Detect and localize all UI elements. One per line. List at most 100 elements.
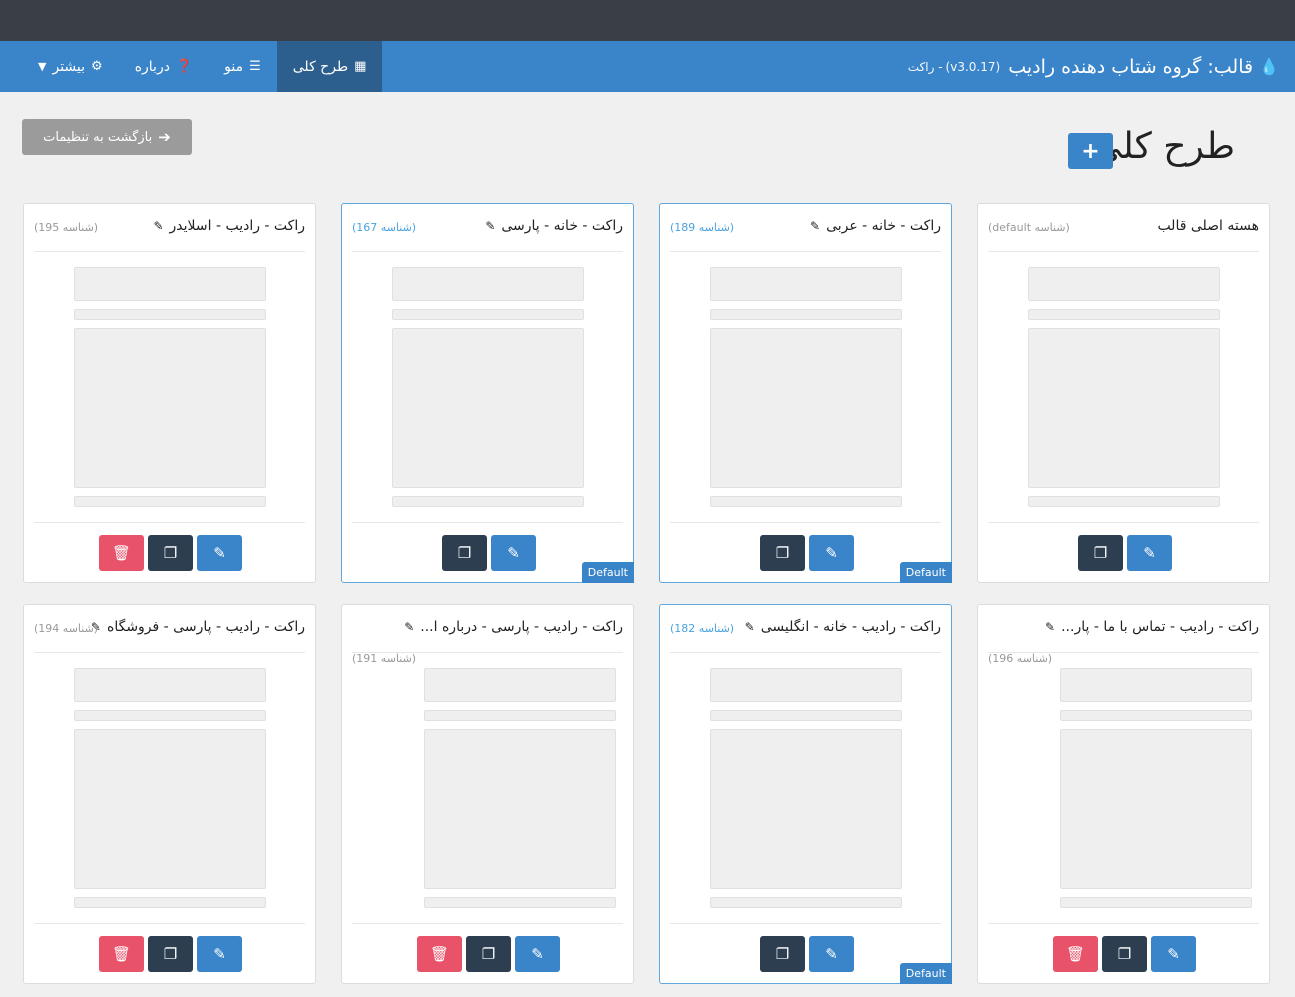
duplicate-button[interactable]: ❐ <box>148 535 193 571</box>
duplicate-button[interactable]: ❐ <box>442 535 487 571</box>
layout-preview-block <box>392 496 584 507</box>
delete-button[interactable]: 🗑 <box>1053 936 1098 972</box>
pencil-icon[interactable]: ✎ <box>1045 620 1055 634</box>
edit-button[interactable]: ✎ <box>1127 535 1172 571</box>
nav-item-about[interactable]: ❓ درباره <box>119 41 208 92</box>
arrow-right-icon: ➔ <box>158 128 171 146</box>
layout-card[interactable]: راکت - رادیب - تماس با ما - پار... ✎ (شناس… <box>977 604 1270 984</box>
card-id-label: (شناسه default) <box>988 221 1070 234</box>
layout-card[interactable]: راکت - رادیب - خانه - انگلیسی ✎ (شناسه 182… <box>659 604 952 984</box>
layout-preview-block <box>1060 897 1252 908</box>
layout-card[interactable]: راکت - خانه - پارسی✎ (شناسه 167) ✎ ❐ Default <box>341 203 634 583</box>
back-to-settings-button[interactable]: ➔ بازگشت به تنظیمات <box>22 119 192 155</box>
card-divider <box>352 522 623 523</box>
card-actions: ✎ ❐ 🗑 <box>99 936 242 972</box>
layout-preview-block <box>74 496 266 507</box>
layout-preview-block <box>710 496 902 507</box>
layout-preview-block <box>1028 496 1220 507</box>
edit-button[interactable]: ✎ <box>809 936 854 972</box>
layout-preview-block <box>392 328 584 488</box>
card-title: هسته اصلی قالب <box>1157 218 1259 234</box>
pencil-icon[interactable]: ✎ <box>810 219 820 233</box>
layout-preview-block <box>424 710 616 721</box>
card-id-label: (شناسه 194) <box>34 622 99 635</box>
question-circle-icon: ❓ <box>175 59 193 74</box>
card-divider <box>670 923 941 924</box>
gear-icon: ⚙ <box>91 59 103 74</box>
layout-preview-block <box>74 267 266 301</box>
edit-button[interactable]: ✎ <box>491 535 536 571</box>
nav-item-layout[interactable]: ▦ طرح کلی <box>276 41 383 92</box>
edit-button[interactable]: ✎ <box>515 936 560 972</box>
duplicate-button[interactable]: ❐ <box>148 936 193 972</box>
default-badge: Default <box>899 562 952 583</box>
card-header: هسته اصلی قالب (شناسه default) <box>988 204 1259 252</box>
pencil-icon: ✎ <box>213 544 226 562</box>
copy-icon: ❐ <box>775 544 790 562</box>
duplicate-button[interactable]: ❐ <box>1078 535 1123 571</box>
delete-button[interactable]: 🗑 <box>99 936 144 972</box>
nav-item-label: منو <box>224 58 244 75</box>
layout-preview-block <box>710 729 902 889</box>
layout-card[interactable]: راکت - رادیب - اسلایدر ✎ (شناسه 195) ✎ ❐ 🗑 <box>23 203 316 583</box>
card-title-text: راکت - رادیب - خانه - انگلیسی <box>760 619 941 635</box>
card-title-text: هسته اصلی قالب <box>1157 218 1259 234</box>
card-id-label: (شناسه 191) <box>352 652 417 665</box>
plus-icon: + <box>1081 138 1100 164</box>
nav-item-more[interactable]: ⚙ بیشتر ▼ <box>22 41 119 92</box>
pencil-icon[interactable]: ✎ <box>745 620 755 634</box>
layout-card[interactable]: راکت - رادیب - پارسی - فروشگاه✎ (شناسه 19… <box>23 604 316 984</box>
version-label: (v3.0.17) <box>945 59 1001 74</box>
card-divider <box>34 522 305 523</box>
card-divider <box>34 923 305 924</box>
card-actions: ✎ ❐ <box>760 936 854 972</box>
pencil-icon[interactable]: ✎ <box>485 219 495 233</box>
duplicate-button[interactable]: ❐ <box>1102 936 1147 972</box>
pencil-icon: ✎ <box>531 945 544 963</box>
card-actions: ✎ ❐ 🗑 <box>99 535 242 571</box>
layout-preview-block <box>710 267 902 301</box>
duplicate-button[interactable]: ❐ <box>466 936 511 972</box>
layout-card[interactable]: هسته اصلی قالب (شناسه default) ✎ ❐ <box>977 203 1270 583</box>
pencil-icon[interactable]: ✎ <box>404 620 414 634</box>
layout-card[interactable]: راکت - خانه - عربی✎ (شناسه 189) ✎ ❐ Default <box>659 203 952 583</box>
copy-icon: ❐ <box>163 544 178 562</box>
pencil-icon: ✎ <box>1143 544 1156 562</box>
card-title: راکت - خانه - پارسی ✎ <box>485 218 623 234</box>
duplicate-button[interactable]: ❐ <box>760 936 805 972</box>
card-title: راکت - رادیب - خانه - انگلیسی ✎ <box>745 619 941 635</box>
delete-button[interactable]: 🗑 <box>99 535 144 571</box>
card-title-text: راکت - رادیب - اسلایدر <box>169 218 305 234</box>
duplicate-button[interactable]: ❐ <box>760 535 805 571</box>
layout-preview-block <box>1060 668 1252 702</box>
delete-button[interactable]: 🗑 <box>417 936 462 972</box>
nav-menu: ▦ طرح کلی ☰ منو ❓ درباره ⚙ بیشتر ▼ <box>22 41 383 92</box>
edit-button[interactable]: ✎ <box>197 936 242 972</box>
copy-icon: ❐ <box>457 544 472 562</box>
edit-button[interactable]: ✎ <box>809 535 854 571</box>
copy-icon: ❐ <box>481 945 496 963</box>
card-title: راکت - رادیب - پارسی - درباره ا... ✎ <box>404 619 623 635</box>
pencil-icon[interactable]: ✎ <box>153 219 163 233</box>
card-title-text: راکت - خانه - عربی <box>826 218 941 234</box>
layout-preview-block <box>392 267 584 301</box>
edit-button[interactable]: ✎ <box>1151 936 1196 972</box>
nav-item-label: درباره <box>134 58 170 75</box>
trash-icon: 🗑 <box>111 544 132 562</box>
layout-preview-block <box>710 668 902 702</box>
brand[interactable]: 💧 قالب: گروه شتاب دهنده رادیب (v3.0.17) … <box>908 41 1279 92</box>
card-actions: ✎ ❐ <box>760 535 854 571</box>
card-header: راکت - رادیب - تماس با ما - پار... ✎ (شناس… <box>988 605 1259 665</box>
layout-card[interactable]: راکت - رادیب - پارسی - درباره ا... ✎ (شناس… <box>341 604 634 984</box>
edit-button[interactable]: ✎ <box>197 535 242 571</box>
pencil-icon: ✎ <box>825 544 838 562</box>
add-layout-button[interactable]: + <box>1068 133 1113 169</box>
card-actions: ✎ ❐ <box>1078 535 1172 571</box>
card-id-label: (شناسه 189) <box>670 221 735 234</box>
card-header: راکت - رادیب - پارسی - فروشگاه✎ (شناسه 19… <box>34 605 305 653</box>
nav-item-menu[interactable]: ☰ منو <box>208 41 277 92</box>
card-actions: ✎ ❐ <box>442 535 536 571</box>
navbar: 💧 قالب: گروه شتاب دهنده رادیب (v3.0.17) … <box>0 41 1295 92</box>
card-title: راکت - رادیب - پارسی - فروشگاه✎ <box>91 619 305 635</box>
layout-preview-block <box>1028 328 1220 488</box>
